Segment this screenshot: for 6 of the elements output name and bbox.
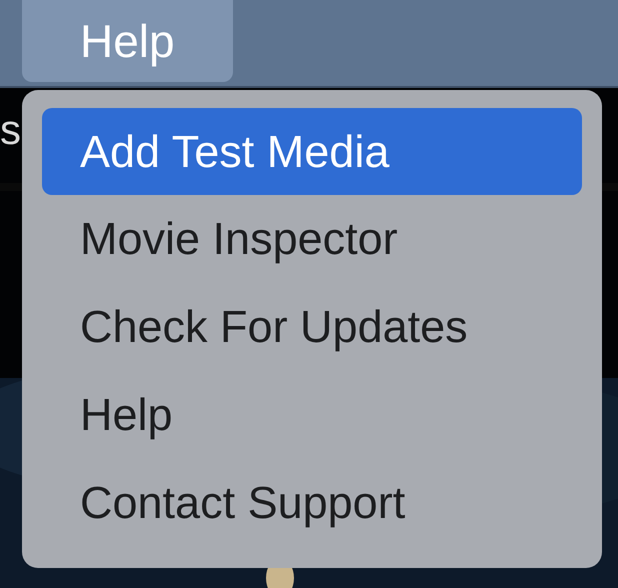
menu-item[interactable]: Movie Inspector bbox=[42, 195, 582, 283]
menu-item[interactable]: Help bbox=[42, 371, 582, 459]
menu-item[interactable]: Contact Support bbox=[42, 459, 582, 547]
menu-item[interactable]: Add Test Media bbox=[42, 108, 582, 195]
menu-item[interactable]: Check For Updates bbox=[42, 283, 582, 371]
window-title: s bbox=[0, 106, 21, 154]
